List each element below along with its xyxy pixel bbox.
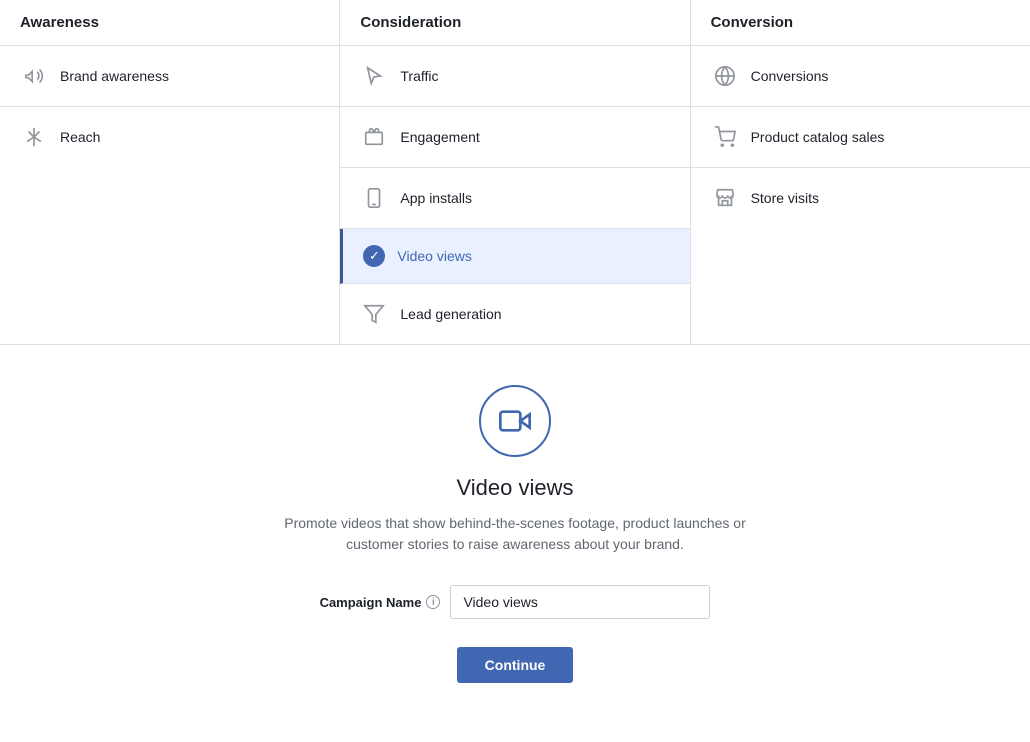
consideration-column: Traffic Engagement [340, 46, 690, 345]
video-views-label: Video views [397, 248, 471, 264]
reach-label: Reach [60, 129, 100, 145]
cursor-icon [360, 62, 388, 90]
objective-app-installs[interactable]: App installs [340, 168, 689, 229]
objective-product-catalog[interactable]: Product catalog sales [691, 107, 1030, 168]
traffic-label: Traffic [400, 68, 438, 84]
selected-check-icon: ✓ [363, 245, 385, 267]
continue-button[interactable]: Continue [457, 647, 574, 683]
globe-icon [711, 62, 739, 90]
objective-reach[interactable]: Reach [0, 107, 339, 167]
objective-traffic[interactable]: Traffic [340, 46, 689, 107]
engagement-icon [360, 123, 388, 151]
filter-icon [360, 300, 388, 328]
objective-store-visits[interactable]: Store visits [691, 168, 1030, 228]
lead-generation-label: Lead generation [400, 306, 501, 322]
objective-conversions[interactable]: Conversions [691, 46, 1030, 107]
campaign-name-label: Campaign Name i [320, 595, 441, 610]
app-installs-label: App installs [400, 190, 472, 206]
header-consideration: Consideration [340, 0, 690, 46]
store-visits-label: Store visits [751, 190, 819, 206]
cart-icon [711, 123, 739, 151]
detail-section: Video views Promote videos that show beh… [0, 345, 1030, 713]
header-conversion: Conversion [690, 0, 1030, 46]
reach-icon [20, 123, 48, 151]
conversion-column: Conversions Product catalog sales [690, 46, 1030, 345]
header-awareness: Awareness [0, 0, 340, 46]
awareness-column: Brand awareness Reach [0, 46, 340, 345]
detail-description: Promote videos that show behind-the-scen… [265, 513, 765, 555]
info-icon[interactable]: i [426, 595, 440, 609]
video-icon-circle [479, 385, 551, 457]
campaign-name-row: Campaign Name i [320, 585, 711, 619]
engagement-label: Engagement [400, 129, 479, 145]
conversions-label: Conversions [751, 68, 829, 84]
product-catalog-label: Product catalog sales [751, 129, 885, 145]
store-icon [711, 184, 739, 212]
objective-brand-awareness[interactable]: Brand awareness [0, 46, 339, 107]
objective-video-views[interactable]: ✓ Video views [340, 229, 689, 284]
megaphone-icon [20, 62, 48, 90]
campaign-name-input[interactable] [450, 585, 710, 619]
app-icon [360, 184, 388, 212]
brand-awareness-label: Brand awareness [60, 68, 169, 84]
objective-table: Awareness Consideration Conversion Br [0, 0, 1030, 345]
objective-lead-generation[interactable]: Lead generation [340, 284, 689, 344]
objective-engagement[interactable]: Engagement [340, 107, 689, 168]
detail-title: Video views [457, 475, 574, 501]
